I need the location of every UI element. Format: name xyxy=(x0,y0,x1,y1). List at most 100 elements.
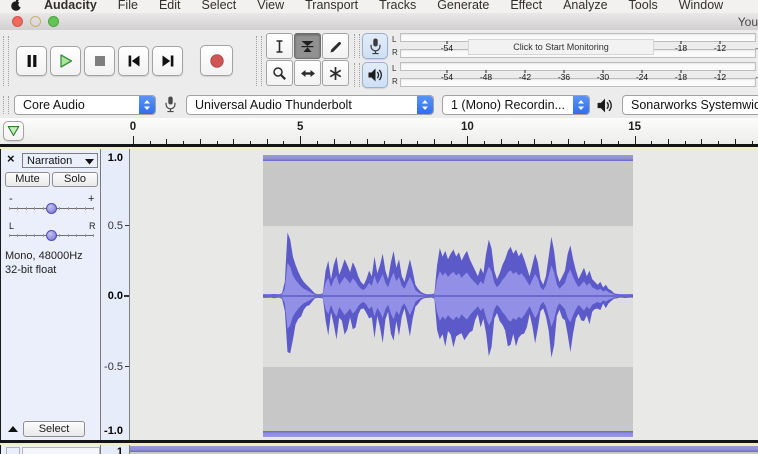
menu-effect[interactable]: Effect xyxy=(510,0,542,12)
track-name-menu[interactable]: Narration xyxy=(22,153,98,168)
draw-tool-button[interactable] xyxy=(322,33,349,59)
mute-button[interactable]: Mute xyxy=(5,172,50,187)
track-format-line1: Mono, 48000Hz xyxy=(5,250,83,262)
playback-device-select[interactable]: Sonarworks Systemwide xyxy=(622,95,758,115)
playback-device-value: Sonarworks Systemwide xyxy=(631,96,758,114)
macos-menubar: Audacity File Edit Select View Transport Track… xyxy=(0,0,758,14)
recording-meter-grip[interactable] xyxy=(354,34,360,58)
timeline-tick xyxy=(217,141,218,144)
menu-analyze[interactable]: Analyze xyxy=(563,0,607,12)
pan-slider-thumb[interactable] xyxy=(46,230,57,241)
collapse-icon[interactable] xyxy=(7,425,19,433)
solo-button[interactable]: Solo xyxy=(52,172,98,187)
timeline-tick xyxy=(601,139,602,144)
monitoring-overlay[interactable]: Click to Start Monitoring xyxy=(468,39,654,55)
pinned-play-head-icon xyxy=(6,124,21,138)
timeline-tick xyxy=(300,136,301,144)
timeline-tick xyxy=(668,139,669,144)
toolbar-zone: L R -54-48-42-36-30-24-18-12-6 Click to … xyxy=(0,30,758,93)
menu-edit[interactable]: Edit xyxy=(159,0,181,12)
menu-file[interactable]: File xyxy=(118,0,138,12)
recording-channels-value: 1 (Mono) Recordin... xyxy=(451,96,565,114)
skip-to-end-button[interactable] xyxy=(152,46,183,76)
playback-meter-speaker-button[interactable] xyxy=(362,62,388,88)
minimize-window-button[interactable] xyxy=(30,16,41,27)
slider-tick xyxy=(76,234,77,237)
slider-tick xyxy=(93,234,94,237)
menu-tracks[interactable]: Tracks xyxy=(379,0,416,12)
menu-view[interactable]: View xyxy=(257,0,284,12)
menu-window[interactable]: Window xyxy=(679,0,723,12)
timeline-tick xyxy=(166,139,167,144)
menu-transport[interactable]: Transport xyxy=(305,0,358,12)
track-close-button[interactable]: × xyxy=(7,151,15,166)
timeline-ruler[interactable]: 051015 xyxy=(0,118,758,147)
meter-scale-number: -36 xyxy=(558,73,570,82)
track2-vruler-label: 1 xyxy=(117,446,123,454)
recording-meter-mic-button[interactable] xyxy=(362,33,388,59)
meter-scale-number: -48 xyxy=(480,73,492,82)
slider-tick xyxy=(59,207,60,210)
zoom-tool-button[interactable] xyxy=(266,60,293,86)
track2-name-menu[interactable] xyxy=(22,447,100,454)
track2-vertical-ruler: 1 xyxy=(101,445,130,454)
vruler-label: 0.0 xyxy=(108,290,123,302)
menu-generate[interactable]: Generate xyxy=(437,0,489,12)
timeline-tick xyxy=(233,139,234,144)
meter-scale-number: -54 xyxy=(441,44,453,53)
selection-tool-button[interactable] xyxy=(266,33,293,59)
time-shift-tool-icon xyxy=(300,66,316,81)
time-shift-tool-button[interactable] xyxy=(294,60,321,86)
menu-select[interactable]: Select xyxy=(202,0,237,12)
envelope-tool-button[interactable] xyxy=(294,33,321,59)
timeline-tick xyxy=(451,141,452,144)
pause-icon xyxy=(24,53,40,69)
timeline-tick xyxy=(417,141,418,144)
slider-tick xyxy=(76,207,77,210)
close-window-button[interactable] xyxy=(12,16,23,27)
speaker-icon xyxy=(367,67,383,83)
vertical-ruler[interactable]: 1.00.50.0-0.5-1.0 xyxy=(101,149,130,440)
menu-tools[interactable]: Tools xyxy=(629,0,658,12)
zoom-tool-icon xyxy=(272,66,287,81)
play-icon xyxy=(58,53,74,69)
skip-to-start-icon xyxy=(126,53,142,69)
slider-tick xyxy=(93,207,94,210)
record-button[interactable] xyxy=(200,45,233,76)
menu-audacity[interactable]: Audacity xyxy=(44,0,97,12)
select-button[interactable]: Select xyxy=(23,421,85,437)
gain-slider-thumb[interactable] xyxy=(46,203,57,214)
timeline-tick xyxy=(334,139,335,144)
meter-scale-number: -18 xyxy=(675,73,687,82)
track2-waveform-area[interactable] xyxy=(130,445,758,454)
play-button[interactable] xyxy=(50,46,81,76)
recording-device-select[interactable]: Universal Audio Thunderbolt xyxy=(186,95,434,115)
pan-left-label: L xyxy=(9,220,14,232)
meter-scale-number: -12 xyxy=(714,73,726,82)
slider-tick xyxy=(26,207,27,210)
transport-toolbar-grip[interactable] xyxy=(3,36,9,86)
recording-channels-select[interactable]: 1 (Mono) Recordin... xyxy=(442,95,590,115)
slider-tick xyxy=(17,234,18,237)
waveform[interactable] xyxy=(263,155,633,437)
tools-toolbar-grip[interactable] xyxy=(256,36,262,86)
apple-logo-icon[interactable] xyxy=(10,0,23,12)
skip-to-start-button[interactable] xyxy=(118,46,149,76)
audio-host-select[interactable]: Core Audio xyxy=(14,95,156,115)
waveform-area[interactable] xyxy=(130,149,758,440)
slider-tick xyxy=(9,234,10,237)
pause-button[interactable] xyxy=(16,46,47,76)
device-toolbar-grip[interactable] xyxy=(3,96,9,114)
playback-meter-scale: -54-48-42-36-30-24-18-12-6 xyxy=(400,59,758,90)
pinned-play-head-button[interactable] xyxy=(3,121,24,141)
zoom-window-button[interactable] xyxy=(48,16,59,27)
slider-tick xyxy=(85,234,86,237)
playback-meter-grip[interactable] xyxy=(354,63,360,87)
stop-button[interactable] xyxy=(84,46,115,76)
track2-close-button[interactable] xyxy=(6,447,20,454)
timeline-tick xyxy=(618,141,619,144)
timeline-tick xyxy=(484,141,485,144)
timeline-tick xyxy=(752,141,753,144)
timeline-tick xyxy=(701,139,702,144)
multi-tool-button[interactable] xyxy=(322,60,349,86)
